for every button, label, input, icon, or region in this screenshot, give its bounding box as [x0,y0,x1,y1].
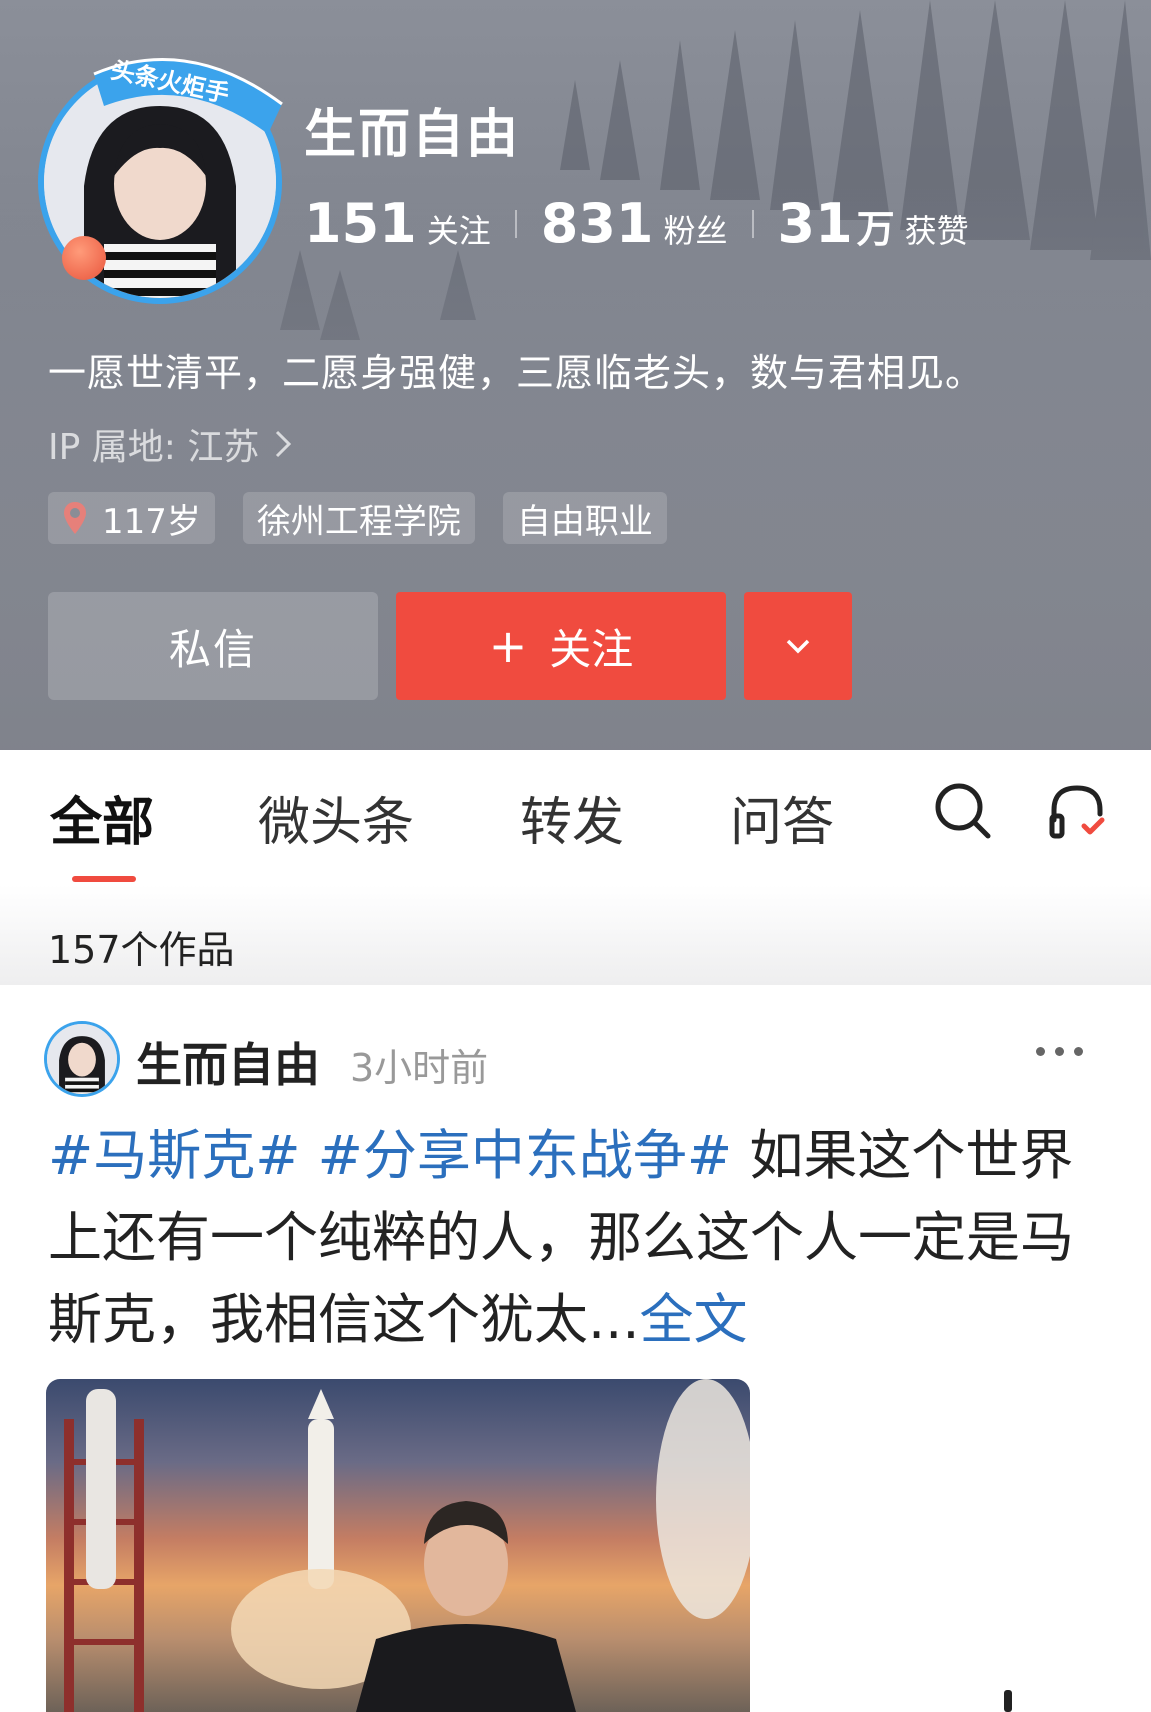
ip-location-text: IP 属地: 江苏 [48,427,260,468]
tab-micro-headlines[interactable]: 微头条 [258,780,414,855]
post-timestamp: 3小时前 [350,1046,489,1090]
stat-fans-label: 粉丝 [663,212,728,250]
badge-flame-icon [62,236,106,280]
stat-following-label: 关注 [426,212,491,250]
rocket-launch-photo [64,1379,750,1712]
search-icon[interactable] [932,780,994,842]
chevron-right-icon [276,430,292,458]
profile-stats: 151 关注 831 粉丝 31 万 获赞 [304,192,969,255]
chevron-down-icon [786,639,810,654]
post-author-avatar[interactable] [44,1021,120,1097]
works-count: 157个作品 [48,928,235,972]
tab-all[interactable]: 全部 [50,780,154,855]
tab-reposts[interactable]: 转发 [520,780,624,855]
post-body[interactable]: #马斯克# #分享中东战争# 如果这个世界上还有一个纯粹的人，那么这个人一定是马… [48,1115,1108,1361]
post-author-name[interactable]: 生而自由 [136,1029,320,1095]
stat-following[interactable]: 151 关注 [304,192,491,255]
hashtag-link[interactable]: #分享中东战争# [318,1124,733,1187]
stat-fans-count: 831 [540,192,654,255]
profile-tags: 117岁 徐州工程学院 自由职业 [48,492,667,544]
post-card[interactable]: 生而自由 3小时前 #马斯克# #分享中东战争# 如果这个世界上还有一个纯粹的人… [0,985,1151,1712]
stat-fans[interactable]: 831 粉丝 [541,192,728,255]
headset-icon[interactable] [1046,780,1108,842]
tag-school: 徐州工程学院 [242,492,475,544]
tag-age-text: 117岁 [102,501,201,542]
hashtag-link[interactable]: #马斯克# [48,1124,301,1187]
more-options-button[interactable] [744,592,852,700]
content-tabs: 全部 微头条 转发 问答 [0,750,1151,885]
active-tab-indicator [72,876,136,882]
stat-likes[interactable]: 31 万 获赞 [778,192,969,255]
read-more-link[interactable]: 全文 [640,1288,748,1351]
tag-age: 117岁 [48,492,215,544]
stat-divider [751,209,754,238]
profile-name: 生而自由 [304,105,521,165]
profile-bio: 一愿世清平，二愿身强健，三愿临老头，数与君相见。 [48,351,985,395]
avatar-portrait [47,1024,117,1094]
follow-label: 关注 [549,624,634,674]
profile-header: 头条火炬手 生而自由 151 关注 831 粉丝 31 万 获赞 一愿世清平，二… [0,0,1151,750]
stat-divider [514,209,517,238]
plus-icon: + [488,619,528,673]
follow-button[interactable]: + 关注 [396,592,726,700]
profile-actions: 私信 + 关注 [48,592,852,700]
tag-occupation: 自由职业 [502,492,667,544]
stat-likes-unit: 万 [856,207,895,251]
stat-likes-count: 31 [777,192,853,255]
more-dots-icon[interactable] [1036,1047,1083,1056]
stat-following-count: 151 [304,192,417,255]
scrollbar-thumb[interactable] [1004,1690,1012,1712]
location-pin-icon [64,502,86,534]
message-button[interactable]: 私信 [48,592,378,700]
torch-badge: 头条火炬手 [93,56,283,134]
tab-qa[interactable]: 问答 [730,780,834,855]
post-image[interactable] [46,1379,750,1712]
stat-likes-label: 获赞 [904,212,969,250]
ip-location[interactable]: IP 属地: 江苏 [48,418,293,470]
works-count-bar: 157个作品 [0,885,1151,985]
